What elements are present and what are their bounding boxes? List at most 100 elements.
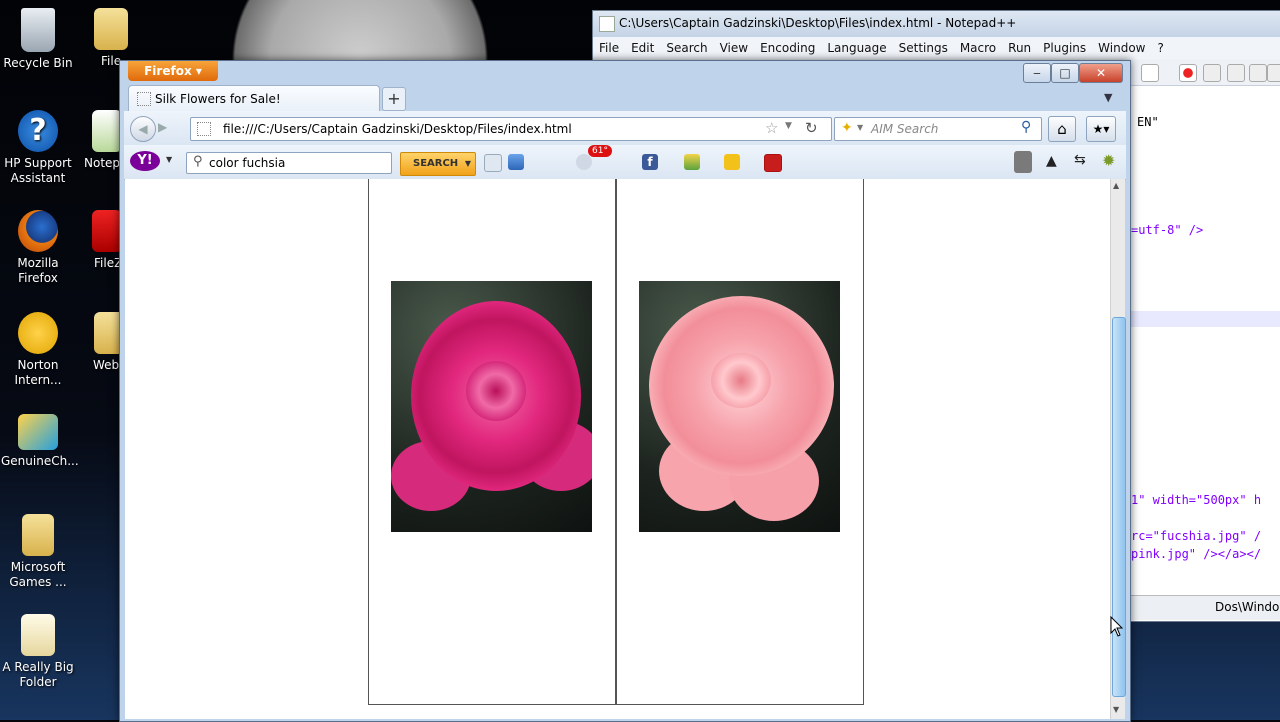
list-all-tabs-icon[interactable]: ▼ xyxy=(1104,91,1112,104)
navigation-toolbar: ◀ ▶ file:///C:/Users/Captain Gadzinski/D… xyxy=(124,111,1126,145)
stop-macro-icon[interactable] xyxy=(1203,64,1221,82)
desktop-icon-label: FileZ xyxy=(94,256,123,270)
search-placeholder: AIM Search xyxy=(871,122,939,136)
record-macro-icon[interactable] xyxy=(1179,64,1197,82)
vertical-scrollbar[interactable]: ▲ ▼ xyxy=(1110,179,1126,719)
home-icon[interactable]: ⌂ xyxy=(1048,116,1076,142)
bookmarks-icon[interactable] xyxy=(484,154,502,172)
desktop-icon-label: Microsoft Games ... xyxy=(9,560,67,589)
bell-icon[interactable]: ▲ xyxy=(1046,153,1057,169)
pink-rose-image[interactable] xyxy=(639,281,840,532)
code-line: pink.jpg" /></a></ xyxy=(1131,547,1262,561)
facebook-icon[interactable]: f xyxy=(642,154,658,170)
yahoo-menu-dropdown-icon[interactable]: ▼ xyxy=(166,155,172,164)
save-macro-icon[interactable] xyxy=(1267,64,1280,82)
minimize-button[interactable]: ‒ xyxy=(1023,63,1051,83)
menu-help[interactable]: ? xyxy=(1157,41,1163,55)
menu-window[interactable]: Window xyxy=(1098,41,1145,55)
notepad-title: C:\Users\Captain Gadzinski\Desktop\Files… xyxy=(619,16,1017,30)
recycle-bin-desktop-icon[interactable]: Recycle Bin xyxy=(1,8,75,71)
mouse-cursor-icon xyxy=(1110,616,1124,637)
fuchsia-rose-image[interactable] xyxy=(391,281,592,532)
ebay-icon[interactable] xyxy=(724,154,740,170)
search-icon[interactable]: ⚲ xyxy=(1021,119,1031,135)
microsoft-games-desktop-icon[interactable]: Microsoft Games ... xyxy=(1,514,75,590)
search-button-label: SEARCH xyxy=(413,158,459,169)
norton-desktop-icon[interactable]: Norton Intern... xyxy=(1,312,75,388)
desktop-icon-label: File xyxy=(101,54,122,68)
bookmark-star-icon[interactable]: ☆ xyxy=(765,119,778,137)
yahoo-search-input[interactable]: ⚲ color fuchsia xyxy=(186,152,392,174)
mail-icon[interactable] xyxy=(508,154,524,170)
scroll-down-arrow-icon[interactable]: ▼ xyxy=(1113,705,1119,714)
desktop-icon-label: HP Support Assistant xyxy=(4,156,72,185)
check-icon xyxy=(18,414,58,450)
list-icon[interactable] xyxy=(1014,151,1032,173)
desktop-icon-label: GenuineCh... xyxy=(1,454,79,468)
yahoo-search-button[interactable]: SEARCH ▼ xyxy=(400,152,476,176)
scroll-up-arrow-icon[interactable]: ▲ xyxy=(1113,181,1119,190)
code-line: EN" xyxy=(1137,115,1159,129)
rose-center xyxy=(466,361,526,421)
firefox-icon xyxy=(18,210,58,252)
search-icon: ⚲ xyxy=(193,154,203,169)
hp-support-desktop-icon[interactable]: ? HP Support Assistant xyxy=(1,110,75,186)
menu-edit[interactable]: Edit xyxy=(631,41,654,55)
tab-title: Silk Flowers for Sale! xyxy=(155,92,281,106)
reload-icon[interactable]: ↻ xyxy=(805,119,818,137)
firefox-window[interactable]: Firefox ▾ ‒ □ ✕ Silk Flowers for Sale! +… xyxy=(119,60,1131,722)
menu-settings[interactable]: Settings xyxy=(899,41,948,55)
browser-tab[interactable]: Silk Flowers for Sale! xyxy=(128,85,380,112)
big-folder-desktop-icon[interactable]: A Really Big Folder xyxy=(1,614,75,690)
yahoo-logo-icon[interactable]: Y! xyxy=(130,151,160,171)
play-macro-icon[interactable] xyxy=(1227,64,1245,82)
menu-file[interactable]: File xyxy=(599,41,619,55)
genuine-check-desktop-icon[interactable]: GenuineCh... xyxy=(1,414,79,469)
search-engine-dropdown-icon[interactable]: ▼ xyxy=(857,123,863,132)
web-page-content xyxy=(125,179,1110,719)
menu-plugins[interactable]: Plugins xyxy=(1043,41,1086,55)
forward-arrow-icon[interactable]: ▶ xyxy=(158,120,167,134)
desktop-icon-label: A Really Big Folder xyxy=(2,660,74,689)
back-arrow-icon[interactable]: ◀ xyxy=(130,116,156,142)
url-text: file:///C:/Users/Captain Gadzinski/Deskt… xyxy=(223,122,572,136)
desktop-icon-label: Mozilla Firefox xyxy=(17,256,59,285)
bookmarks-menu-icon[interactable]: ★▾ xyxy=(1086,116,1116,142)
yahoo-query-text: color fuchsia xyxy=(209,156,286,170)
maximize-button[interactable]: □ xyxy=(1051,63,1079,83)
desktop-icon-label: Notep xyxy=(84,156,121,170)
menu-run[interactable]: Run xyxy=(1008,41,1031,55)
news-icon[interactable] xyxy=(684,154,700,170)
firefox-menu-label: Firefox xyxy=(144,64,192,78)
menu-view[interactable]: View xyxy=(720,41,748,55)
scrollbar-thumb[interactable] xyxy=(1112,317,1126,697)
history-dropdown-icon[interactable]: ▼ xyxy=(785,121,792,131)
menu-macro[interactable]: Macro xyxy=(960,41,996,55)
run-macro-multiple-icon[interactable] xyxy=(1249,64,1267,82)
toolbar-icon[interactable] xyxy=(1141,64,1159,82)
weather-badge: 61° xyxy=(588,145,612,157)
close-button[interactable]: ✕ xyxy=(1079,63,1123,83)
search-options-dropdown-icon[interactable]: ▼ xyxy=(465,153,471,175)
swap-arrows-icon[interactable]: ⇆ xyxy=(1074,152,1086,168)
url-bar[interactable]: file:///C:/Users/Captain Gadzinski/Deskt… xyxy=(190,117,832,141)
gift-icon[interactable] xyxy=(764,154,782,172)
menu-encoding[interactable]: Encoding xyxy=(760,41,815,55)
weather-icon[interactable] xyxy=(576,154,592,170)
menu-search[interactable]: Search xyxy=(666,41,707,55)
notepad-icon xyxy=(92,110,122,152)
new-tab-button[interactable]: + xyxy=(382,87,406,111)
gear-icon[interactable]: ✹ xyxy=(1102,151,1115,170)
firefox-desktop-icon[interactable]: Mozilla Firefox xyxy=(1,210,75,286)
firefox-menu-button[interactable]: Firefox ▾ xyxy=(128,61,218,81)
folder-icon xyxy=(94,8,128,50)
aim-search-field[interactable]: ✦ ▼ AIM Search ⚲ xyxy=(834,117,1042,141)
site-identity-icon[interactable] xyxy=(197,122,211,136)
menu-language[interactable]: Language xyxy=(827,41,886,55)
table-cell-pink xyxy=(616,179,864,705)
filezilla-icon xyxy=(92,210,122,252)
notepad-title-bar[interactable]: C:\Users\Captain Gadzinski\Desktop\Files… xyxy=(593,11,1280,37)
notepad-menu-bar: File Edit Search View Encoding Language Settin… xyxy=(593,37,1280,60)
recycle-bin-icon xyxy=(21,8,55,52)
aim-logo-icon[interactable]: ✦ xyxy=(841,120,853,136)
